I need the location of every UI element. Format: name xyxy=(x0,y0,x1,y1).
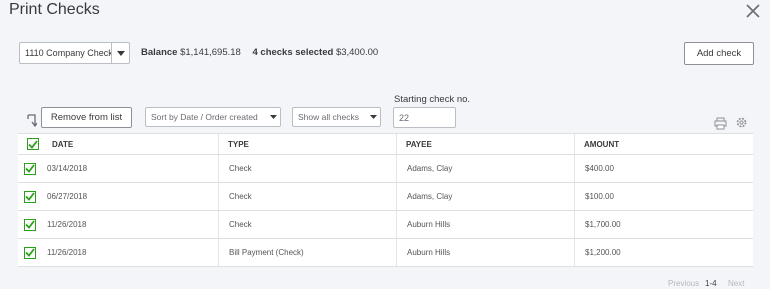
selected-count-label: 4 checks selected xyxy=(252,47,334,58)
row-amount: $400.00 xyxy=(585,164,614,173)
close-icon[interactable] xyxy=(744,2,762,20)
filter-dropdown-value: Show all checks xyxy=(298,112,359,122)
row-date: 11/26/2018 xyxy=(43,211,219,238)
row-date: 06/27/2018 xyxy=(43,183,219,210)
select-all-checkbox[interactable] xyxy=(27,138,39,150)
balance-summary: Balance $1,141,695.18 4 checks selected … xyxy=(141,47,387,58)
row-checkbox-cell xyxy=(18,239,43,266)
row-payee: Adams, Clay xyxy=(397,183,575,210)
remove-from-list-button[interactable]: Remove from list xyxy=(41,107,132,128)
chevron-down-icon xyxy=(266,115,280,119)
table-row[interactable]: 11/26/2018 Bill Payment (Check) Auburn H… xyxy=(18,239,753,267)
column-header-date[interactable]: DATE xyxy=(43,134,219,154)
print-icon[interactable] xyxy=(714,117,727,130)
sort-dropdown[interactable]: Sort by Date / Order created xyxy=(145,107,281,127)
row-checkbox[interactable] xyxy=(24,190,36,203)
pagination-range: 1-4 xyxy=(705,279,717,288)
starting-check-label: Starting check no. xyxy=(394,94,471,105)
chevron-down-icon[interactable] xyxy=(112,43,129,63)
checks-table: DATE TYPE PAYEE AMOUNT 03/14/2018 Check … xyxy=(18,133,753,267)
pagination-next[interactable]: Next xyxy=(728,279,744,288)
row-date: 03/14/2018 xyxy=(43,155,219,182)
pagination-previous[interactable]: Previous xyxy=(668,279,699,288)
row-checkbox[interactable] xyxy=(24,218,36,231)
add-check-button[interactable]: Add check xyxy=(684,42,754,65)
row-type: Check xyxy=(219,183,397,210)
gear-icon[interactable] xyxy=(735,116,748,129)
filter-dropdown[interactable]: Show all checks xyxy=(292,107,381,127)
table-row[interactable]: 11/26/2018 Check Auburn Hills $1,700.00 xyxy=(18,211,753,239)
sort-arrow-icon[interactable] xyxy=(26,114,39,128)
row-checkbox-cell xyxy=(18,155,43,182)
dialog-title: Print Checks xyxy=(9,1,100,18)
row-type: Check xyxy=(219,155,397,182)
row-checkbox[interactable] xyxy=(24,162,36,175)
row-checkbox[interactable] xyxy=(24,246,36,259)
row-checkbox-cell xyxy=(18,183,43,210)
select-all-cell xyxy=(18,134,43,154)
row-amount: $100.00 xyxy=(585,192,614,201)
row-type: Bill Payment (Check) xyxy=(219,239,397,266)
column-header-amount[interactable]: AMOUNT xyxy=(575,134,753,154)
column-header-type[interactable]: TYPE xyxy=(219,134,397,154)
starting-check-input[interactable] xyxy=(393,107,456,128)
row-type: Check xyxy=(219,211,397,238)
table-row[interactable]: 06/27/2018 Check Adams, Clay $100.00 xyxy=(18,183,753,211)
account-select-value: 1110 Company Checking xyxy=(25,48,111,58)
account-select[interactable]: 1110 Company Checking xyxy=(19,42,130,64)
chevron-down-icon xyxy=(366,115,380,119)
balance-value: $1,141,695.18 xyxy=(180,47,241,58)
column-header-payee[interactable]: PAYEE xyxy=(397,134,575,154)
row-payee: Auburn Hills xyxy=(397,239,575,266)
table-row[interactable]: 03/14/2018 Check Adams, Clay $400.00 xyxy=(18,155,753,183)
row-amount: $1,700.00 xyxy=(585,220,621,229)
row-checkbox-cell xyxy=(18,211,43,238)
balance-label: Balance xyxy=(141,47,178,58)
sort-dropdown-value: Sort by Date / Order created xyxy=(151,112,258,122)
selected-total-value: $3,400.00 xyxy=(335,47,379,58)
table-header-row: DATE TYPE PAYEE AMOUNT xyxy=(18,133,753,155)
row-payee: Adams, Clay xyxy=(397,155,575,182)
row-payee: Auburn Hills xyxy=(397,211,575,238)
row-date: 11/26/2018 xyxy=(43,239,219,266)
row-amount: $1,200.00 xyxy=(585,248,621,257)
